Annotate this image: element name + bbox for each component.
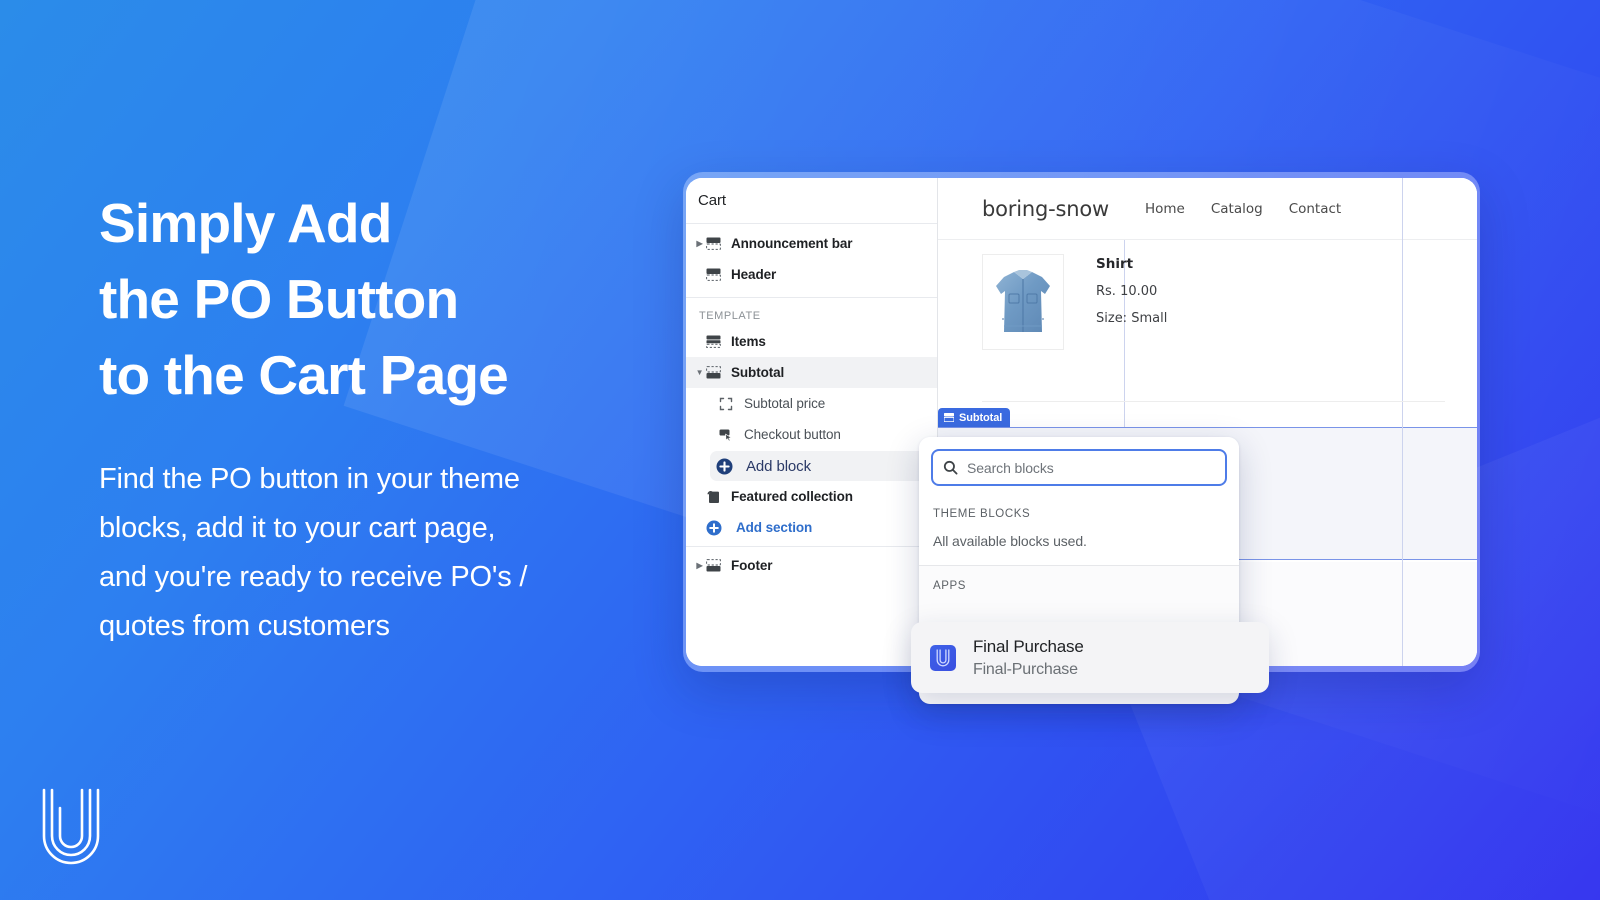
section-icon [706, 268, 728, 281]
add-section-label: Add section [736, 520, 813, 535]
app-result-text: Final Purchase Final-Purchase [973, 637, 1084, 679]
app-block-result-final-purchase[interactable]: Final Purchase Final-Purchase [911, 622, 1269, 693]
hero-body-text: Find the PO button in your theme blocks,… [99, 455, 689, 651]
section-icon [706, 237, 728, 250]
product-price: Rs. 10.00 [1096, 284, 1158, 299]
headline-line-3: to the Cart Page [99, 344, 509, 406]
nav-item-home[interactable]: Home [1145, 201, 1185, 217]
layout-guide-vertical [1402, 562, 1403, 666]
final-purchase-u-logo-icon [38, 786, 104, 866]
sidebar-item-header[interactable]: ▶ Header [686, 259, 937, 290]
sidebar-title: Cart [686, 178, 937, 224]
search-placeholder: Search blocks [967, 459, 1054, 476]
body-line-1: Find the PO button in your theme [99, 463, 520, 495]
plus-circle-icon [706, 520, 728, 536]
product-variant: Size: Small [1096, 311, 1168, 326]
popover-heading-theme-blocks: THEME BLOCKS [919, 496, 1239, 520]
search-blocks-input[interactable]: Search blocks [931, 449, 1227, 486]
popover-heading-apps: APPS [919, 566, 1239, 592]
sidebar-item-label: Checkout button [744, 427, 841, 442]
headline-line-2: the PO Button [99, 268, 459, 330]
section-badge-subtotal[interactable]: Subtotal [938, 408, 1011, 427]
chevron-right-icon[interactable]: ▶ [693, 239, 706, 248]
body-line-3: and you're ready to receive PO's / [99, 561, 528, 593]
sidebar-divider [686, 546, 937, 547]
headline-line-1: Simply Add [99, 192, 392, 254]
popover-search-wrap: Search blocks [919, 437, 1239, 496]
body-line-4: quotes from customers [99, 610, 390, 642]
theme-editor-sidebar: Cart ▶ Announcement bar ▶ [686, 178, 938, 666]
sidebar-item-subtotal-price[interactable]: Subtotal price [686, 388, 937, 419]
nav-item-catalog[interactable]: Catalog [1211, 201, 1263, 217]
add-block-button[interactable]: Add block [710, 451, 931, 481]
chevron-right-icon[interactable]: ▶ [693, 561, 706, 570]
sidebar-item-subtotal[interactable]: ▼ Subtotal [686, 357, 937, 388]
sidebar-item-announcement-bar[interactable]: ▶ Announcement bar [686, 228, 937, 259]
store-name[interactable]: boring-snow [982, 197, 1109, 221]
section-icon [706, 366, 728, 379]
sidebar-item-label: Subtotal [731, 365, 785, 380]
block-icon [719, 397, 741, 411]
body-line-2: blocks, add it to your cart page, [99, 512, 496, 544]
add-block-label: Add block [746, 457, 811, 475]
sidebar-item-items[interactable]: ▶ Items [686, 326, 937, 357]
sidebar-item-label: Announcement bar [731, 236, 853, 251]
promo-banner: Simply Add the PO Button to the Cart Pag… [0, 0, 1600, 900]
search-icon [943, 460, 958, 475]
add-section-button[interactable]: Add section [686, 512, 937, 543]
sidebar-group-heading-template: TEMPLATE [699, 310, 761, 322]
section-icon [706, 559, 728, 572]
sidebar-item-checkout-button[interactable]: Checkout button [686, 419, 937, 450]
theme-blocks-empty-message: All available blocks used. [919, 520, 1239, 565]
page-title: Simply Add the PO Button to the Cart Pag… [99, 185, 689, 413]
product-thumbnail[interactable] [982, 254, 1064, 350]
sidebar-item-label: Featured collection [731, 489, 853, 504]
section-icon [706, 335, 728, 348]
sidebar-divider [686, 297, 937, 298]
sidebar-item-label: Subtotal price [744, 396, 826, 411]
plus-circle-icon [716, 458, 738, 475]
sidebar-item-label: Footer [731, 558, 773, 573]
sidebar-item-featured-collection[interactable]: ▶ Featured collection [686, 481, 937, 512]
app-name: Final Purchase [973, 636, 1084, 656]
cart-line-item: Shirt Rs. 10.00 Size: Small [938, 240, 1477, 410]
product-title: Shirt [1096, 256, 1134, 272]
store-nav: Home Catalog Contact [1145, 201, 1341, 217]
sidebar-item-footer[interactable]: ▶ Footer [686, 550, 937, 581]
button-cursor-icon [719, 428, 741, 441]
hero-copy: Simply Add the PO Button to the Cart Pag… [99, 185, 689, 651]
chevron-down-icon[interactable]: ▼ [693, 368, 706, 377]
final-purchase-app-icon [930, 644, 956, 671]
cart-divider [982, 401, 1445, 402]
sidebar-item-label: Items [731, 334, 766, 349]
sidebar-item-label: Header [731, 267, 777, 282]
section-badge-label: Subtotal [959, 411, 1003, 424]
nav-item-contact[interactable]: Contact [1289, 201, 1342, 217]
product-details: Shirt Rs. 10.00 Size: Small [1096, 254, 1167, 410]
tag-icon [706, 489, 728, 504]
preview-store-header: boring-snow Home Catalog Contact [938, 178, 1477, 240]
sidebar-top-group: ▶ Announcement bar ▶ [686, 224, 937, 294]
section-badge-icon [944, 413, 954, 422]
app-handle: Final-Purchase [973, 660, 1078, 678]
